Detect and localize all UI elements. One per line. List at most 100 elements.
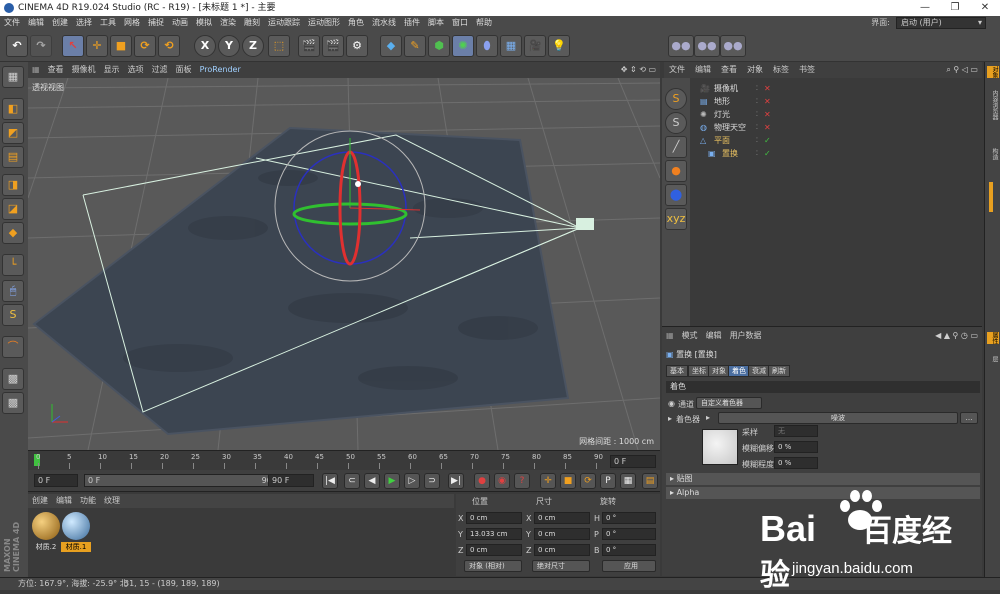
menu-simulate[interactable]: 模拟: [192, 16, 216, 30]
render-view-button[interactable]: 🎬: [298, 35, 320, 57]
minimize-button[interactable]: —: [910, 0, 940, 16]
am-menu-mode[interactable]: 模式: [678, 331, 702, 340]
om-menu-edit[interactable]: 编辑: [690, 62, 716, 78]
om-menu-bookmarks[interactable]: 书签: [794, 62, 820, 78]
object-row[interactable]: △ 平面 ⁚ ✓: [690, 134, 982, 147]
enabled-check-icon[interactable]: ✓: [764, 134, 771, 147]
key-pla-button[interactable]: ▦: [620, 473, 636, 489]
am-menu-edit[interactable]: 编辑: [702, 331, 726, 340]
key-scale-button[interactable]: ■: [560, 473, 576, 489]
blur-scale-field[interactable]: 0 %: [774, 457, 818, 469]
tab-falloff[interactable]: 衰减: [748, 365, 770, 377]
tab-structure-vertical[interactable]: 构造: [987, 148, 999, 160]
recent-tool-button[interactable]: ⟲: [158, 35, 180, 57]
object-row[interactable]: 🎥 摄像机 ⁚ ✕: [690, 82, 982, 95]
shader-field[interactable]: 噪波: [718, 412, 958, 424]
floor-object-button[interactable]: ▦: [500, 35, 522, 57]
prev-frame-button[interactable]: ◀: [364, 473, 380, 489]
viewport-nav-icons[interactable]: ✥ ⇕ ⟲ ▭: [621, 62, 656, 78]
light-object-button[interactable]: 💡: [548, 35, 570, 57]
om-menu-view[interactable]: 查看: [716, 62, 742, 78]
tab-attributes-vertical[interactable]: 属性: [987, 332, 999, 344]
menu-animate[interactable]: 动画: [168, 16, 192, 30]
menu-mograph[interactable]: 运动图形: [304, 16, 344, 30]
axis-mode-button[interactable]: └: [2, 254, 24, 276]
record-button[interactable]: ●: [474, 473, 490, 489]
size-mode-select[interactable]: 绝对尺寸: [532, 560, 590, 572]
magnet-button[interactable]: ⌒: [2, 336, 24, 358]
material-2-preview[interactable]: [32, 512, 60, 540]
size-z-field[interactable]: 0 cm: [534, 544, 590, 556]
object-row[interactable]: ✺ 灯光 ⁚ ✕: [690, 108, 982, 121]
menu-pipeline[interactable]: 流水线: [368, 16, 400, 30]
visibility-toggle-icon[interactable]: ⁚: [756, 108, 758, 121]
material-menu-function[interactable]: 功能: [76, 494, 100, 508]
shader-arrow-icon[interactable]: ▸: [706, 413, 710, 422]
tab-content-browser-vertical[interactable]: 内容浏览器: [987, 90, 999, 120]
texture-mode-button[interactable]: ◩: [2, 122, 24, 144]
model-mode-button[interactable]: ◧: [2, 98, 24, 120]
y-axis-lock-button[interactable]: Y: [218, 35, 240, 57]
scale-tool-button[interactable]: ■: [110, 35, 132, 57]
layout-switch-button-3[interactable]: ●●: [720, 35, 746, 57]
knife-button[interactable]: ╱: [665, 136, 687, 158]
object-row[interactable]: ▤ 地形 ⁚ ✕: [690, 95, 982, 108]
layout-switch-button-1[interactable]: ●●: [668, 35, 694, 57]
material-menu-create[interactable]: 创建: [28, 494, 52, 508]
object-row[interactable]: ▣ 置换 ⁚ ✓: [690, 147, 982, 160]
visibility-toggle-icon[interactable]: ⁚: [756, 82, 758, 95]
menu-render[interactable]: 渲染: [216, 16, 240, 30]
visibility-toggle-icon[interactable]: ⁚: [756, 95, 758, 108]
tab-object[interactable]: 对象: [708, 365, 730, 377]
tab-layers-vertical[interactable]: 层: [987, 356, 999, 362]
tab-shading[interactable]: 着色: [728, 365, 750, 377]
coord-mode-select[interactable]: 对象 (相对): [464, 560, 522, 572]
attribute-options-icon[interactable]: ▦: [662, 331, 678, 340]
rotate-tool-button[interactable]: ⟳: [134, 35, 156, 57]
play-button[interactable]: ▶: [384, 473, 400, 489]
viewport-menu-panel[interactable]: 面板: [172, 62, 196, 78]
points-mode-button[interactable]: ◨: [2, 174, 24, 196]
rot-h-field[interactable]: 0 °: [602, 512, 656, 524]
menu-sculpt[interactable]: 雕刻: [240, 16, 264, 30]
cube-object-button[interactable]: ◆: [380, 35, 402, 57]
disabled-x-icon[interactable]: ✕: [764, 82, 771, 95]
viewport-menu-options[interactable]: 选项: [124, 62, 148, 78]
menu-tools[interactable]: 工具: [96, 16, 120, 30]
tab-refresh[interactable]: 刷新: [768, 365, 790, 377]
undo-button[interactable]: ↶: [6, 35, 28, 57]
tab-coord[interactable]: 坐标: [688, 365, 710, 377]
sampling-select[interactable]: 无: [774, 425, 818, 437]
menu-snap[interactable]: 捕捉: [144, 16, 168, 30]
move-tool-button[interactable]: ✛: [86, 35, 108, 57]
start-frame-field[interactable]: 0 F: [34, 474, 78, 487]
coordinate-system-button[interactable]: ⬚: [268, 35, 290, 57]
key-rotation-button[interactable]: ⟳: [580, 473, 596, 489]
object-name[interactable]: 灯光: [714, 108, 730, 121]
blur-offset-field[interactable]: 0 %: [774, 441, 818, 453]
viewport-menu-prorender[interactable]: ProRender: [196, 62, 245, 78]
key-param-button[interactable]: P: [600, 473, 616, 489]
scrollbar-thumb[interactable]: [989, 182, 993, 212]
current-frame-field[interactable]: 0 F: [610, 455, 656, 468]
timeline-ruler[interactable]: 0 5 10 15 20 25 30 35 40 45 50 55 60 65 70 75 80 85 90 0 F: [28, 450, 660, 470]
camera-object-button[interactable]: 🎥: [524, 35, 546, 57]
size-x-field[interactable]: 0 cm: [534, 512, 590, 524]
menu-motion-tracking[interactable]: 运动跟踪: [264, 16, 304, 30]
tweak-mode-button[interactable]: 🖱: [2, 280, 24, 302]
snap-button[interactable]: S: [2, 304, 24, 326]
snap-s-button-1[interactable]: S: [665, 88, 687, 110]
deformer-button[interactable]: ⬮: [476, 35, 498, 57]
layout-switch-button-2[interactable]: ●●: [694, 35, 720, 57]
edges-mode-button[interactable]: ◪: [2, 198, 24, 220]
layout-select[interactable]: 启动 (用户) ▾: [896, 17, 986, 29]
z-axis-lock-button[interactable]: Z: [242, 35, 264, 57]
goto-end-button[interactable]: ▶|: [448, 473, 464, 489]
make-editable-button[interactable]: ▦: [2, 66, 24, 88]
menu-mesh[interactable]: 网格: [120, 16, 144, 30]
workplane-mode-button[interactable]: ▤: [2, 146, 24, 168]
viewport-menu-view[interactable]: 查看: [44, 62, 68, 78]
menu-create[interactable]: 创建: [48, 16, 72, 30]
xyz-axis-button[interactable]: xyz: [665, 208, 687, 230]
subdivision-surface-button[interactable]: ⬢: [428, 35, 450, 57]
